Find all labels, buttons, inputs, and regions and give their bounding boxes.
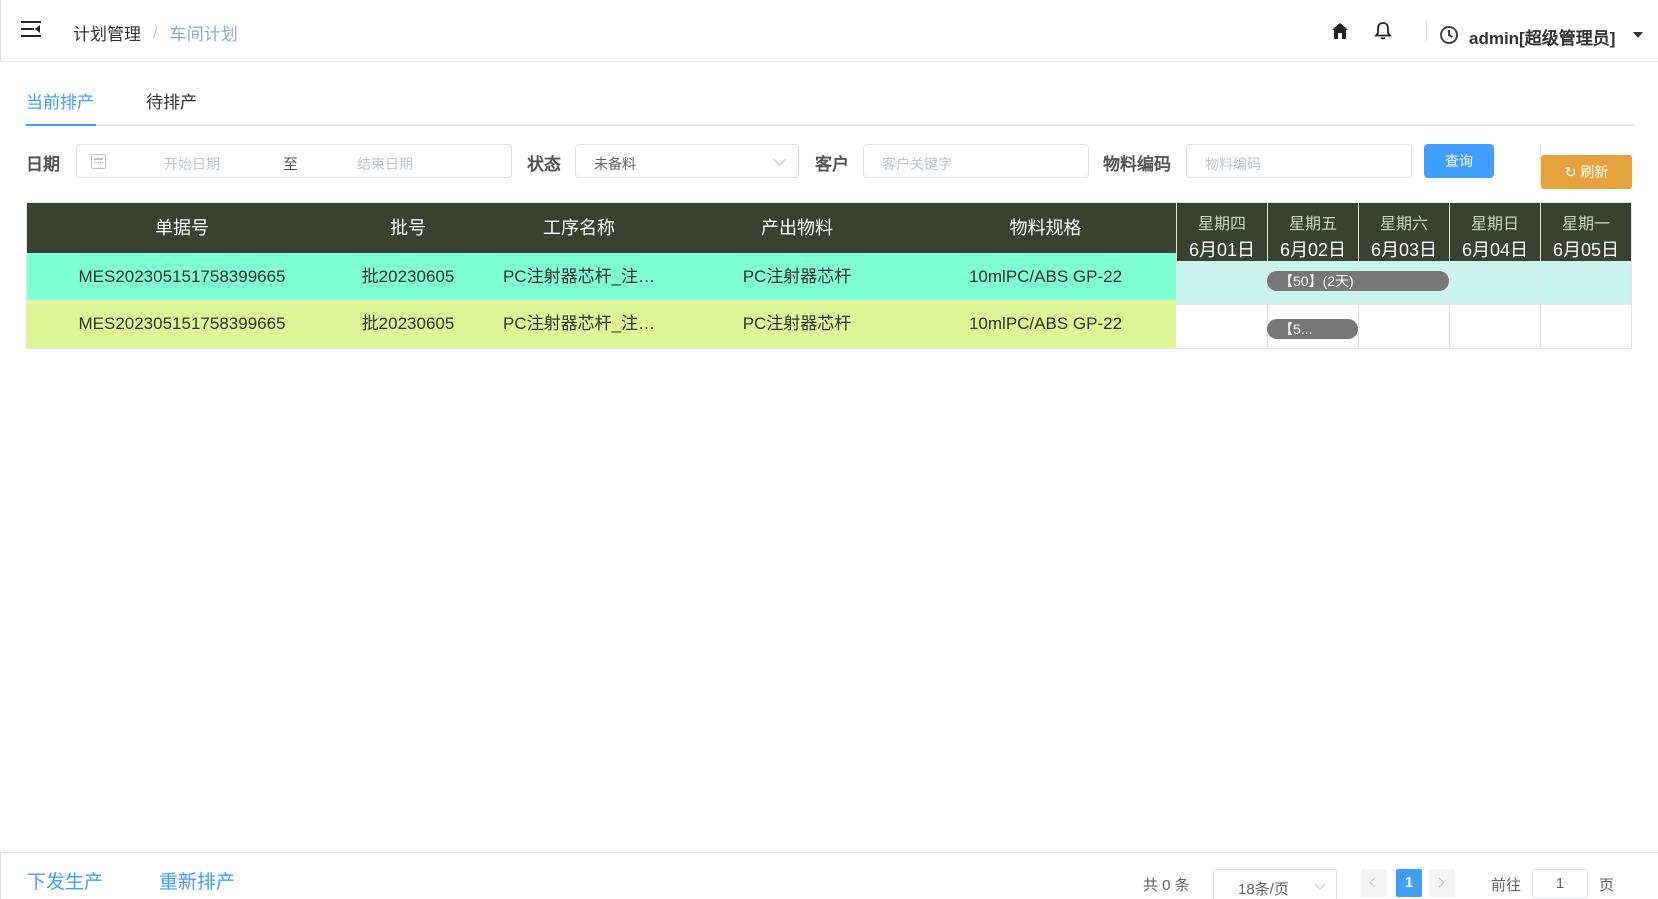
table-row[interactable]: MES202305151758399665 批20230605 PC注射器芯杆_… [27,253,1176,300]
chevron-down-icon [1314,878,1326,890]
date-range-picker[interactable]: 开始日期 至 结束日期 [76,144,512,178]
cell-batch: 批20230605 [361,314,455,333]
column-header-material-spec[interactable]: 物料规格 [915,203,1176,253]
home-icon[interactable] [1331,22,1349,40]
cell-process: PC注射器芯杆_注… [502,267,656,286]
gantt-chart: 星期四 6月01日 星期五 6月02日 星期六 6月03日 星期日 6月04日 … [1176,203,1631,348]
breadcrumb-separator: / [153,22,158,42]
material-code-label: 物料编码 [1103,155,1171,174]
clock-icon [1440,26,1458,44]
status-value: 未备料 [594,156,636,172]
chevron-right-icon [1434,877,1445,888]
end-date-input[interactable]: 结束日期 [357,154,413,174]
status-select[interactable]: 未备料 [575,144,799,178]
schedule-tabs: 当前排产 待排产 [26,80,1634,126]
cell-output-material: PC注射器芯杆 [742,267,852,286]
gantt-weekday: 星期一 [1561,216,1610,233]
page-size-select[interactable]: 18条/页 [1213,869,1337,899]
column-header-output-material[interactable]: 产出物料 [679,203,915,253]
breadcrumb: 计划管理 / 车间计划 [73,20,238,45]
table-row[interactable]: MES202305151758399665 批20230605 PC注射器芯杆_… [27,300,1176,348]
gantt-row-separator [1176,304,1631,305]
tab-active-indicator [26,124,96,126]
query-button[interactable]: 查询 [1424,144,1494,178]
gantt-day-header: 星期日 6月04日 [1449,203,1540,261]
gantt-day-header: 星期一 6月05日 [1540,203,1631,261]
customer-label: 客户 [815,155,849,174]
pagination-total: 共 0 条 [1143,877,1190,894]
cell-process: PC注射器芯杆_注… [502,314,656,333]
gantt-weekday: 星期四 [1197,216,1246,233]
material-code-placeholder: 物料编码 [1205,156,1261,172]
footer-bar: 下发生产 重新排产 共 0 条 18条/页 1 前往 1 页 [0,852,1658,899]
header-divider [1426,20,1427,42]
refresh-label: 刷新 [1580,164,1609,180]
next-page-button[interactable] [1429,869,1455,897]
cell-order-no: MES202305151758399665 [78,267,286,286]
gantt-date: 6月02日 [1279,240,1347,260]
chevron-down-icon [773,153,786,166]
customer-input[interactable]: 客户关键字 [863,144,1089,178]
gantt-task-bar[interactable]: 【50】(2天) [1267,271,1449,291]
gantt-day-header: 星期六 6月03日 [1358,203,1449,261]
chevron-left-icon [1369,877,1380,888]
tab-current-schedule[interactable]: 当前排产 [26,88,94,113]
cell-output-material: PC注射器芯杆 [742,314,852,333]
menu-toggle-icon[interactable] [21,20,43,38]
gantt-date: 6月01日 [1188,240,1256,260]
user-menu[interactable]: admin[超级管理员] [1469,24,1615,49]
cell-batch: 批20230605 [361,267,455,286]
cell-material-spec: 10mlPC/ABS GP-22 [968,314,1123,333]
gantt-weekday: 星期日 [1470,216,1519,233]
goto-label: 前往 [1491,877,1522,894]
customer-placeholder: 客户关键字 [882,156,952,172]
page-unit-label: 页 [1599,877,1615,894]
caret-down-icon[interactable] [1633,32,1643,38]
column-header-process[interactable]: 工序名称 [479,203,679,253]
start-date-input[interactable]: 开始日期 [164,154,220,174]
breadcrumb-item-plan-management[interactable]: 计划管理 [73,20,141,45]
gantt-day-header: 星期四 6月01日 [1176,203,1267,261]
gantt-task-bar[interactable]: 【5... [1267,319,1358,339]
column-header-batch[interactable]: 批号 [337,203,479,253]
issue-production-button[interactable]: 下发生产 [27,867,103,894]
schedule-table: 单据号 批号 工序名称 产出物料 物料规格 MES202305151758399… [26,202,1632,349]
refresh-button[interactable]: ↻ 刷新 [1541,155,1632,189]
goto-page-input[interactable]: 1 [1532,869,1588,899]
bell-icon[interactable] [1374,21,1392,40]
gantt-date: 6月04日 [1461,240,1529,260]
breadcrumb-item-workshop-plan: 车间计划 [169,25,238,44]
top-navbar: 计划管理 / 车间计划 admin[超级管理员] [0,0,1658,62]
reschedule-button[interactable]: 重新排产 [159,867,235,894]
cell-order-no: MES202305151758399665 [78,314,286,333]
tab-pending-schedule[interactable]: 待排产 [146,88,197,113]
page-size-value: 18条/页 [1238,881,1289,898]
page-number-current[interactable]: 1 [1396,869,1422,897]
gantt-weekday: 星期六 [1379,216,1428,233]
refresh-icon: ↻ [1564,164,1581,180]
calendar-icon [91,154,106,169]
column-header-order-no[interactable]: 单据号 [27,203,337,253]
material-code-input[interactable]: 物料编码 [1186,144,1412,178]
gantt-day-header: 星期五 6月02日 [1267,203,1358,261]
range-separator: 至 [283,156,299,173]
status-label: 状态 [527,155,561,174]
gantt-date: 6月05日 [1552,240,1620,260]
cell-material-spec: 10mlPC/ABS GP-22 [968,267,1123,286]
gantt-date: 6月03日 [1370,240,1438,260]
prev-page-button[interactable] [1361,869,1387,897]
gantt-weekday: 星期五 [1288,216,1337,233]
table-header: 单据号 批号 工序名称 产出物料 物料规格 [27,203,1176,253]
date-label: 日期 [26,155,60,174]
